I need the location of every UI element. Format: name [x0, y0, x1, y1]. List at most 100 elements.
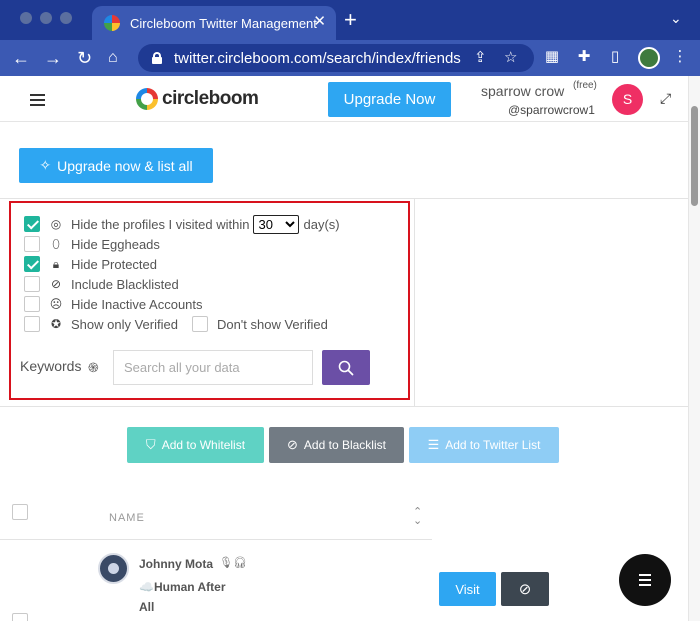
sleepy-face-icon: ☹	[49, 297, 63, 311]
address-bar[interactable]: twitter.circleboom.com/search/index/frie…	[138, 44, 534, 72]
divider	[0, 406, 688, 407]
window-close-dot[interactable]	[20, 12, 32, 24]
hide-inactive-label: Hide Inactive Accounts	[71, 296, 203, 312]
hide-protected-label: Hide Protected	[71, 256, 157, 272]
include-blacklisted-checkbox[interactable]	[24, 276, 40, 292]
back-arrow-icon[interactable]: ←	[12, 47, 30, 69]
window-maximize-dot[interactable]	[60, 12, 72, 24]
logo-text: circleboom	[162, 88, 259, 109]
show-only-verified-checkbox[interactable]	[24, 316, 40, 332]
search-button[interactable]	[322, 350, 370, 385]
avatar[interactable]: S	[612, 84, 643, 115]
hide-inactive-checkbox[interactable]	[24, 296, 40, 312]
forward-arrow-icon[interactable]: →	[44, 47, 62, 69]
filter-hide-visited[interactable]: ◎ Hide the profiles I visited within 30 …	[24, 214, 340, 234]
browser-toolbar: ← → ↻ ⌂ twitter.circleboom.com/search/in…	[0, 40, 700, 76]
reload-icon[interactable]: ↻	[77, 47, 92, 69]
filter-hide-eggheads[interactable]: ⬯ Hide Eggheads	[24, 235, 160, 253]
add-to-whitelist-button[interactable]: ⛉ Add to Whitelist	[127, 427, 264, 463]
row-bio-line: All	[139, 600, 155, 614]
select-all-checkbox[interactable]	[12, 504, 28, 520]
upgrade-now-button[interactable]: Upgrade Now	[328, 82, 451, 117]
sparkle-icon: ✧	[39, 157, 52, 173]
ban-icon: ⊘	[50, 277, 62, 291]
add-to-twitter-list-label: Add to Twitter List	[445, 438, 541, 452]
add-to-blacklist-button[interactable]: ⊘ Add to Blacklist	[269, 427, 404, 463]
browser-tab[interactable]: Circleboom Twitter Management ✕	[92, 6, 336, 40]
dont-show-verified-label: Don't show Verified	[216, 316, 328, 332]
filter-verified: ✪ Show only Verified Don't show Verified	[24, 315, 328, 333]
hide-visited-label: Hide the profiles I visited within	[71, 216, 250, 232]
window-minimize-dot[interactable]	[40, 12, 52, 24]
padlock-icon: 🔒︎	[52, 256, 60, 271]
browser-tab-bar: Circleboom Twitter Management ✕ + ⌄	[0, 0, 700, 40]
expand-icon[interactable]: ⤢	[660, 90, 671, 107]
sort-icon[interactable]: ⌃ ⌄	[413, 507, 422, 527]
hide-eggheads-label: Hide Eggheads	[71, 236, 160, 252]
circleboom-logo-icon	[136, 88, 158, 110]
upgrade-list-all-label: Upgrade now & list all	[57, 157, 193, 174]
circleboom-favicon-icon	[104, 15, 120, 31]
hide-visited-checkbox[interactable]	[24, 216, 40, 232]
filter-hide-inactive[interactable]: ☹ Hide Inactive Accounts	[24, 295, 203, 313]
divider	[414, 198, 415, 406]
tab-close-icon[interactable]: ✕	[313, 14, 326, 30]
puzzle-icon[interactable]: ✚	[575, 48, 593, 66]
filter-include-blacklisted[interactable]: ⊘ Include Blacklisted	[24, 275, 179, 293]
bookmark-star-icon[interactable]: ☆	[504, 48, 517, 66]
divider	[0, 198, 688, 199]
profile-avatar-icon[interactable]	[638, 47, 660, 69]
list-icon: ☰	[427, 437, 440, 452]
blacklist-user-button[interactable]: ⊘	[501, 572, 549, 606]
row-user-bio: ☁️Human After All	[139, 577, 249, 617]
table-header-divider	[0, 539, 432, 540]
hide-protected-checkbox[interactable]	[24, 256, 40, 272]
hide-eggheads-checkbox[interactable]	[24, 236, 40, 252]
filter-hide-protected[interactable]: 🔒︎ Hide Protected	[24, 255, 157, 273]
row-checkbox[interactable]	[12, 613, 28, 621]
name-column-header[interactable]: NAME	[109, 512, 145, 524]
row-user-name[interactable]: Johnny Mota	[139, 557, 213, 571]
shield-check-icon: ⛉	[145, 437, 156, 452]
row-bio-line: ☁️Human After	[139, 580, 226, 594]
floating-menu-button[interactable]	[619, 554, 671, 606]
add-to-blacklist-label: Add to Blacklist	[303, 438, 386, 452]
ban-icon: ⊘	[518, 581, 532, 598]
extension-grid-icon[interactable]: ▦	[543, 48, 561, 66]
user-plan-badge: (free)	[573, 80, 597, 91]
scrollbar-thumb[interactable]	[691, 106, 698, 206]
side-panel-icon[interactable]: ▯	[606, 48, 624, 66]
visit-button[interactable]: Visit	[439, 572, 496, 606]
visited-days-suffix: day(s)	[303, 216, 340, 232]
app-header: circleboom Upgrade Now sparrow crow (fre…	[0, 76, 700, 122]
kebab-menu-icon[interactable]: ⋮	[671, 48, 689, 66]
verified-badge-icon: ✪	[50, 317, 62, 331]
upgrade-list-all-button[interactable]: ✧ Upgrade now & list all	[19, 148, 213, 183]
user-name: sparrow crow	[481, 83, 565, 99]
hamburger-menu-icon[interactable]	[30, 94, 45, 106]
keyword-search-input[interactable]	[113, 350, 313, 385]
visited-days-select[interactable]: 30	[253, 214, 300, 234]
microphone-headphones-icon: 🎙︎🎧︎	[219, 557, 247, 569]
eye-slash-icon: ◎	[50, 217, 62, 231]
lock-icon	[152, 52, 162, 64]
search-icon	[338, 360, 354, 375]
profile-avatar[interactable]	[98, 553, 129, 584]
new-tab-icon[interactable]: +	[344, 9, 357, 31]
page-scrollbar[interactable]	[688, 76, 700, 621]
address-bar-url[interactable]: twitter.circleboom.com/search/index/frie…	[174, 50, 474, 67]
user-handle: @sparrowcrow1	[508, 103, 595, 117]
tab-title: Circleboom Twitter Management	[130, 15, 317, 31]
share-icon[interactable]: ⇪	[474, 48, 487, 66]
include-blacklisted-label: Include Blacklisted	[71, 276, 179, 292]
egg-icon: ⬯	[52, 236, 60, 251]
dont-show-verified-checkbox[interactable]	[191, 316, 208, 332]
show-only-verified-label: Show only Verified	[71, 316, 178, 332]
fingerprint-icon: ֍	[88, 360, 99, 375]
tab-list-chevron-icon[interactable]: ⌄	[670, 10, 682, 27]
add-to-twitter-list-button[interactable]: ☰ Add to Twitter List	[409, 427, 559, 463]
keywords-label: Keywords	[20, 358, 82, 374]
ban-icon: ⊘	[287, 437, 298, 452]
add-to-whitelist-label: Add to Whitelist	[161, 438, 246, 452]
home-icon[interactable]: ⌂	[108, 47, 118, 69]
